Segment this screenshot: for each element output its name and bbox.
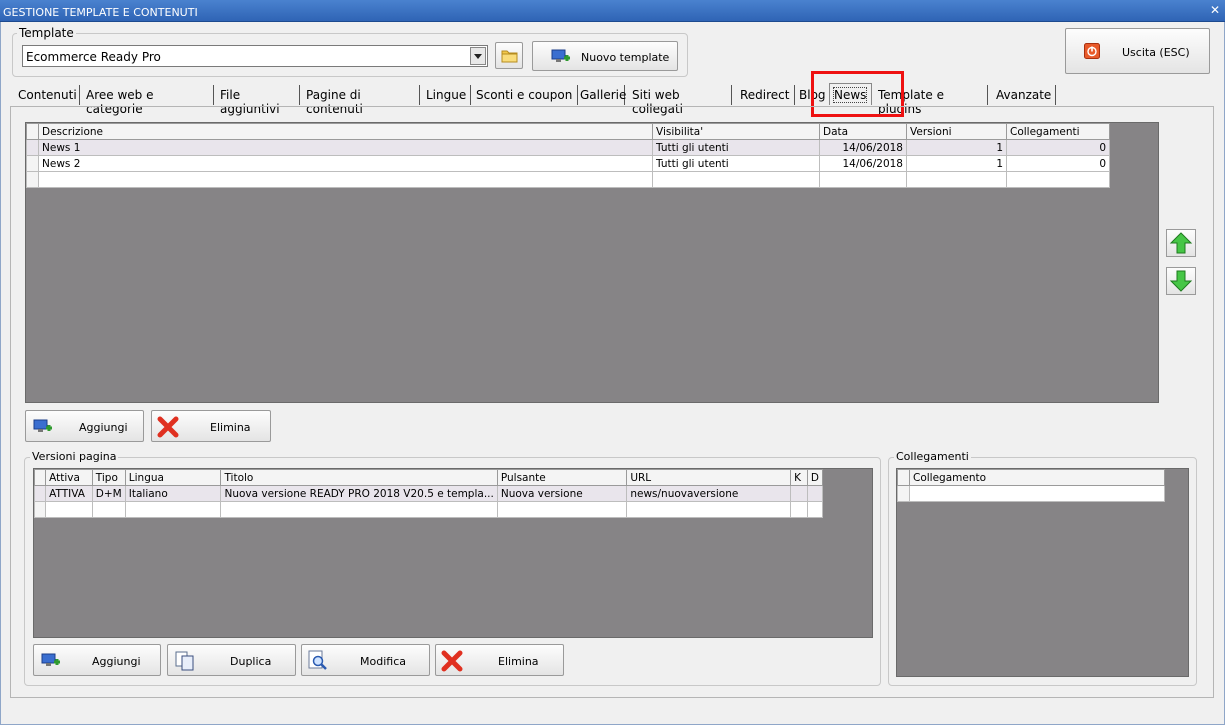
versions-grid[interactable]: Attiva Tipo Lingua Titolo Pulsante URL K… <box>33 468 873 638</box>
version-add-label: Aggiungi <box>92 655 141 668</box>
open-folder-button[interactable] <box>495 42 523 69</box>
tab-aree-web[interactable]: Aree web e categorie <box>86 85 214 116</box>
col-versioni[interactable]: Versioni <box>906 123 1007 140</box>
row-indicator-header <box>26 123 39 140</box>
tab-pagine-contenuti[interactable]: Pagine di contenuti <box>306 85 420 116</box>
news-delete-button[interactable]: Elimina <box>151 410 271 442</box>
versions-group-legend: Versioni pagina <box>30 450 119 463</box>
col-collegamento[interactable]: Collegamento <box>909 469 1165 486</box>
red-x-icon <box>441 650 463 672</box>
copy-icon <box>175 651 194 671</box>
version-edit-label: Modifica <box>360 655 406 668</box>
version-delete-label: Elimina <box>498 655 539 668</box>
news-table: Descrizione Visibilita' Data Versioni Co… <box>26 123 1110 188</box>
close-icon[interactable]: ✕ <box>1209 4 1221 16</box>
template-select-value: Ecommerce Ready Pro <box>26 50 161 64</box>
monitor-plus-icon <box>33 419 52 432</box>
move-down-button[interactable] <box>1166 267 1196 295</box>
new-template-button[interactable]: Nuovo template <box>532 41 678 71</box>
table-row[interactable]: ATTIVA D+M Italiano Nuova versione READY… <box>33 485 824 502</box>
tab-redirect[interactable]: Redirect <box>740 85 795 105</box>
template-group-legend: Template <box>17 26 76 40</box>
col-url[interactable]: URL <box>626 469 792 486</box>
col-descrizione[interactable]: Descrizione <box>38 123 653 140</box>
tab-file-aggiuntivi[interactable]: File aggiuntivi <box>220 85 300 116</box>
tab-lingue[interactable]: Lingue <box>426 85 471 105</box>
news-grid[interactable]: Descrizione Visibilita' Data Versioni Co… <box>25 122 1159 403</box>
template-select[interactable]: Ecommerce Ready Pro <box>22 45 488 67</box>
links-grid[interactable]: Collegamento <box>896 468 1189 677</box>
monitor-plus-icon <box>551 49 570 62</box>
version-duplicate-button[interactable]: Duplica <box>167 644 296 676</box>
magnifier-doc-icon <box>308 650 327 670</box>
version-delete-button[interactable]: Elimina <box>435 644 564 676</box>
window-title: GESTIONE TEMPLATE E CONTENUTI <box>3 6 198 19</box>
col-lingua[interactable]: Lingua <box>124 469 222 486</box>
arrow-down-icon <box>1169 270 1193 292</box>
power-icon <box>1084 43 1100 59</box>
exit-button[interactable]: Uscita (ESC) <box>1065 28 1210 74</box>
table-row[interactable]: News 1 Tutti gli utenti 14/06/2018 1 0 <box>26 139 1110 156</box>
table-row-new[interactable] <box>897 485 1165 502</box>
table-row-new[interactable] <box>26 171 1110 188</box>
news-add-button[interactable]: Aggiungi <box>25 410 144 442</box>
table-row[interactable]: News 2 Tutti gli utenti 14/06/2018 1 0 <box>26 155 1110 172</box>
tab-gallerie[interactable]: Gallerie <box>580 85 626 105</box>
col-pulsante[interactable]: Pulsante <box>496 469 628 486</box>
tab-avanzate[interactable]: Avanzate <box>996 85 1056 105</box>
tab-siti-web-collegati[interactable]: Siti web collegati <box>632 85 732 116</box>
exit-label: Uscita (ESC) <box>1122 46 1190 59</box>
tab-sconti-coupon[interactable]: Sconti e coupon <box>476 85 578 105</box>
version-duplicate-label: Duplica <box>230 655 272 668</box>
links-table: Collegamento <box>897 469 1165 502</box>
col-titolo[interactable]: Titolo <box>220 469 498 486</box>
window-title-bar: GESTIONE TEMPLATE E CONTENUTI <box>0 0 1225 22</box>
versions-table: Attiva Tipo Lingua Titolo Pulsante URL K… <box>33 469 824 518</box>
col-data[interactable]: Data <box>819 123 907 140</box>
monitor-plus-icon <box>41 653 60 666</box>
news-add-label: Aggiungi <box>79 421 128 434</box>
col-collegamenti[interactable]: Collegamenti <box>1006 123 1110 140</box>
version-add-button[interactable]: Aggiungi <box>33 644 161 676</box>
arrow-up-icon <box>1169 232 1193 254</box>
version-edit-button[interactable]: Modifica <box>301 644 430 676</box>
chevron-down-icon[interactable] <box>470 47 486 65</box>
links-group-legend: Collegamenti <box>894 450 971 463</box>
tab-contenuti[interactable]: Contenuti <box>18 85 80 105</box>
col-attiva[interactable]: Attiva <box>45 469 93 486</box>
col-tipo[interactable]: Tipo <box>91 469 126 486</box>
col-d[interactable]: D <box>806 469 824 486</box>
col-visibilita[interactable]: Visibilita' <box>652 123 820 140</box>
red-x-icon <box>157 416 179 438</box>
col-k[interactable]: K <box>790 469 808 486</box>
move-up-button[interactable] <box>1166 229 1196 257</box>
news-delete-label: Elimina <box>210 421 251 434</box>
table-row-new[interactable] <box>33 501 824 518</box>
new-template-label: Nuovo template <box>581 51 670 64</box>
folder-icon <box>501 50 518 63</box>
